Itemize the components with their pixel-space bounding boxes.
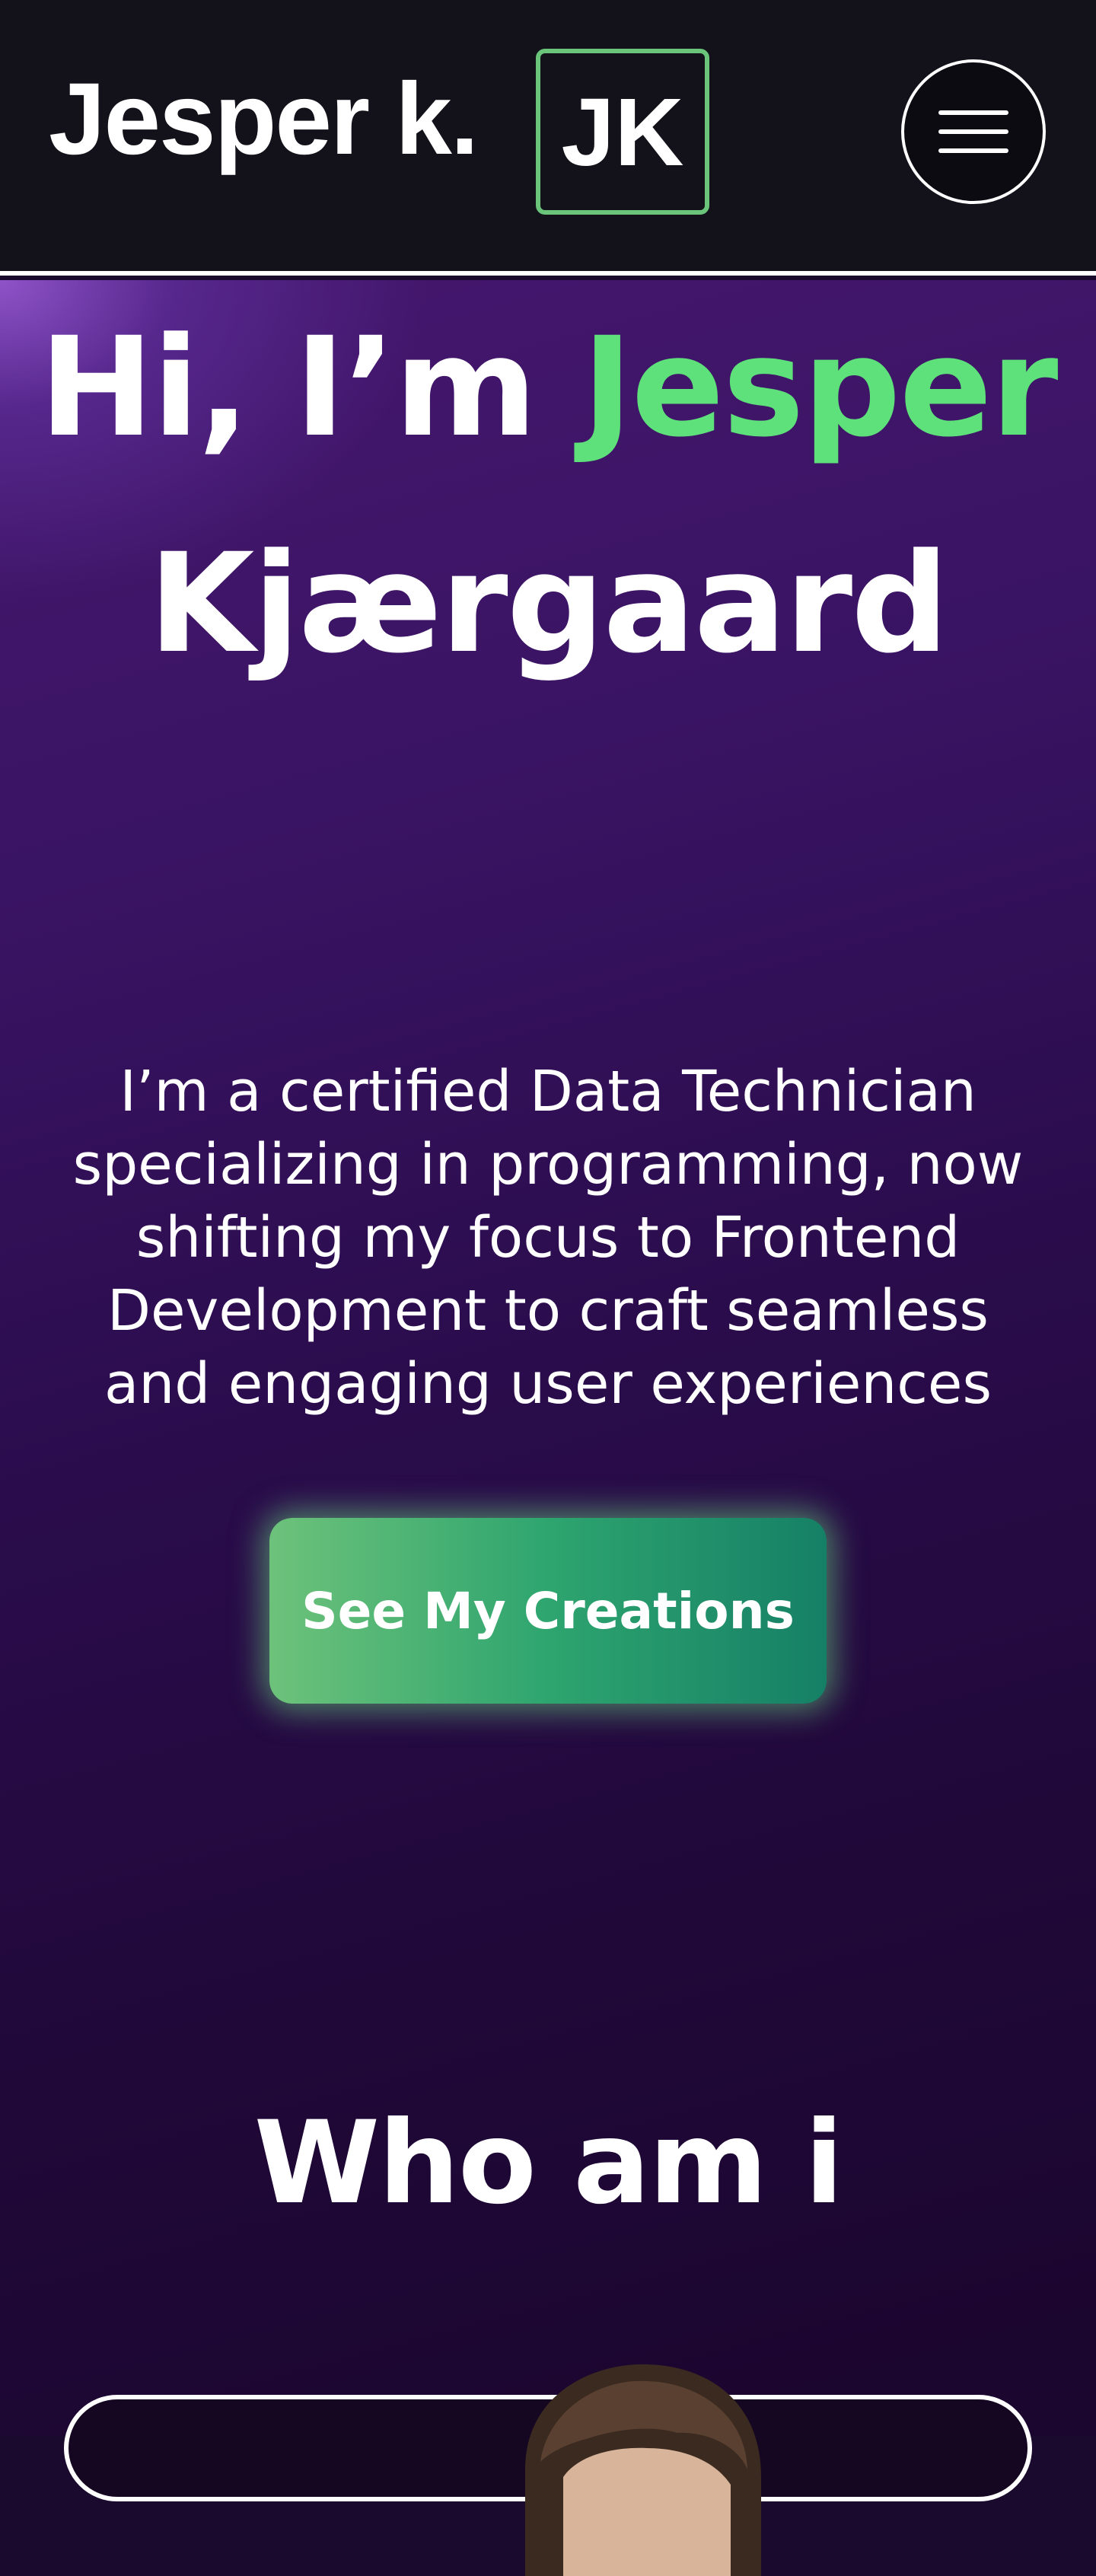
brand-logo[interactable]: JK	[536, 49, 709, 215]
hamburger-icon	[938, 110, 1008, 153]
hero-title-line-1: Hi, I’m Jesper	[0, 280, 1096, 496]
about-section-title: Who am i	[253, 2097, 844, 2230]
profile-photo	[525, 2364, 761, 2576]
menu-button[interactable]	[901, 59, 1046, 204]
hero-greeting: Hi, I’m	[39, 308, 537, 467]
hero-last-name: Kjærgaard	[148, 524, 949, 684]
brand-name[interactable]: Jesper k.	[49, 69, 479, 171]
hero-title: Hi, I’m Jesper Kjærgaard	[0, 280, 1096, 713]
hero-description: I’m a certified Data Technician speciali…	[72, 1059, 1024, 1417]
hero-first-name: Jesper	[581, 308, 1059, 467]
site-header: Jesper k. JK	[0, 0, 1096, 276]
see-my-creations-button[interactable]: See My Creations	[269, 1518, 827, 1704]
